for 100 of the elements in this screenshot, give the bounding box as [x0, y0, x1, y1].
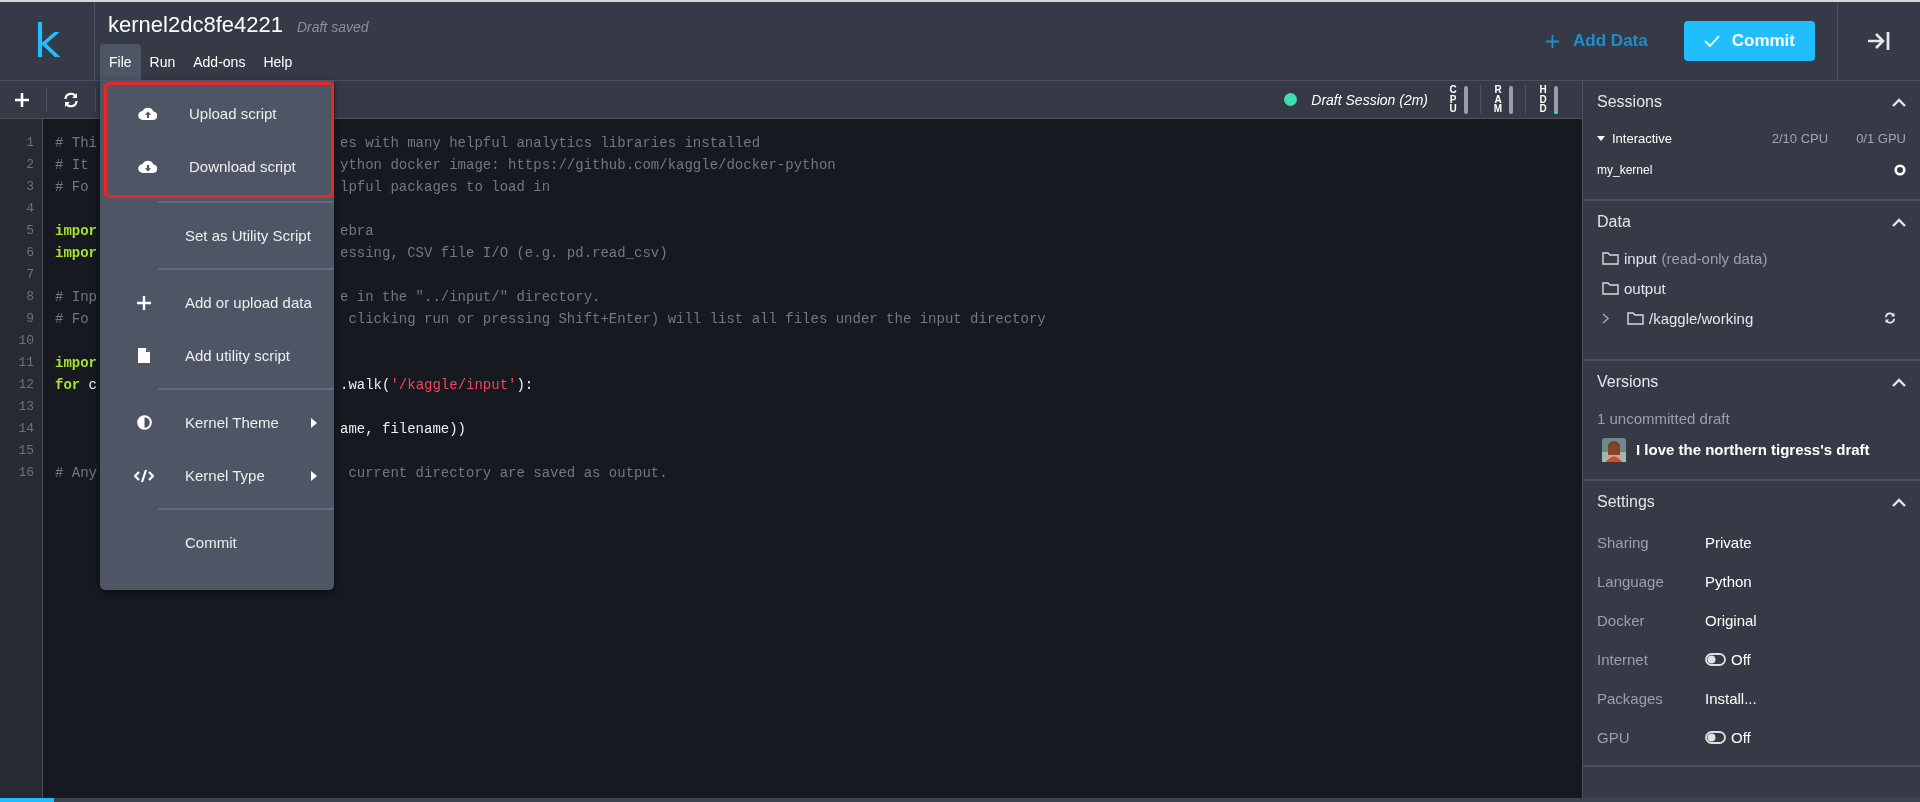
line-number: 2 — [25, 156, 35, 174]
menu-tab[interactable]: Help — [254, 44, 302, 80]
menu-item[interactable]: Commit — [103, 516, 331, 569]
refresh-icon[interactable] — [1884, 312, 1896, 324]
code-text: e in the "../input/" directory. — [340, 289, 601, 305]
line-number: 8 — [25, 288, 35, 306]
code-text: # Inp — [55, 289, 97, 305]
setting-label: Sharing — [1597, 534, 1650, 551]
code-text: # It — [55, 157, 89, 173]
menu-item[interactable]: Set as Utility Script — [103, 209, 331, 262]
contrast-icon — [136, 415, 152, 430]
line-number: 4 — [25, 200, 35, 218]
folder-icon — [1627, 311, 1644, 325]
line-number: 14 — [17, 420, 35, 438]
collapse-panel-icon[interactable] — [1867, 31, 1891, 51]
chevron-up-icon[interactable] — [1892, 217, 1906, 227]
line-number: 3 — [25, 178, 35, 196]
code-text: clicking run or pressing Shift+Enter) will list all files under the input directory — [347, 311, 1046, 327]
session-name[interactable]: Interactive — [1612, 131, 1672, 146]
draft-count: 1 uncommitted draft — [1597, 410, 1730, 427]
chevron-up-icon[interactable] — [1892, 497, 1906, 507]
code-text: impor — [55, 223, 97, 239]
menu-tab[interactable]: File — [100, 44, 141, 80]
setting-label: Docker — [1597, 612, 1646, 629]
folder-name[interactable]: input — [1624, 249, 1657, 267]
line-number: 1 — [25, 134, 35, 152]
setting-value: Off — [1731, 651, 1751, 668]
code-text: ython docker image: https://github.com/kaggle/docker-python — [340, 157, 836, 173]
setting-value[interactable]: Original — [1705, 612, 1757, 629]
line-number: 16 — [17, 464, 35, 482]
setting-label: Language — [1597, 573, 1665, 590]
section-title: Sessions — [1597, 93, 1662, 111]
setting-label: Packages — [1597, 690, 1664, 707]
setting-value[interactable]: Python — [1705, 573, 1752, 590]
line-number: 12 — [17, 376, 35, 394]
code-text: # Any — [55, 465, 97, 481]
kernel-title[interactable]: kernel2dc8fe4221 — [108, 12, 283, 38]
plus-icon[interactable] — [15, 92, 29, 107]
chevron-up-icon[interactable] — [1892, 377, 1906, 387]
chevron-up-icon[interactable] — [1892, 97, 1906, 107]
draft-name[interactable]: I love the northern tigress's draft — [1636, 441, 1870, 458]
line-number: 15 — [17, 442, 35, 460]
chevron-right-icon[interactable] — [1602, 312, 1609, 324]
line-number: 9 — [25, 310, 35, 328]
cloud-upload-icon — [138, 106, 158, 121]
cloud-download-icon — [138, 159, 158, 174]
plus-icon — [137, 295, 151, 310]
check-icon — [1703, 35, 1720, 47]
folder-note: (read-only data) — [1661, 249, 1768, 267]
menu-tab[interactable]: Run — [140, 44, 185, 80]
code-text: ame, filename)) — [340, 421, 467, 437]
kernel-name: my_kernel — [1597, 162, 1653, 177]
cpu-usage: 2/10 CPU — [1771, 131, 1829, 146]
setting-value[interactable]: Private — [1705, 534, 1752, 551]
gpu-usage: 0/1 GPU — [1856, 131, 1906, 146]
code-text: ebra — [340, 223, 374, 239]
session-status: Draft Session (2m) — [1311, 91, 1428, 108]
section-title: Versions — [1597, 373, 1659, 391]
line-number: 6 — [25, 244, 35, 262]
menu-item[interactable]: Kernel Theme — [103, 396, 331, 449]
line-number: 7 — [25, 266, 35, 284]
kaggle-logo[interactable]: k — [0, 2, 95, 80]
meter-label: HDD — [1538, 85, 1548, 114]
setting-value[interactable]: Install... — [1705, 690, 1757, 707]
code-text: for c — [55, 377, 98, 393]
section-title: Settings — [1597, 493, 1655, 511]
caret-down-icon[interactable] — [1597, 136, 1605, 141]
menu-item[interactable]: Download script — [107, 140, 331, 193]
meter-label: CPU — [1448, 85, 1458, 114]
setting-label: Internet — [1597, 651, 1649, 668]
file-icon — [138, 348, 150, 363]
menu-item[interactable]: Add utility script — [103, 329, 331, 382]
toggle-switch[interactable] — [1705, 731, 1726, 744]
code-text: # Fo — [55, 311, 89, 327]
meter-label: RAM — [1493, 85, 1503, 114]
line-number: 13 — [17, 398, 35, 416]
code-text: impor — [55, 245, 97, 261]
line-number: 5 — [25, 222, 35, 240]
code-icon — [134, 468, 154, 483]
code-text: # Thi — [55, 135, 97, 151]
code-text: .walk('/kaggle/input'): — [340, 377, 534, 393]
menu-item[interactable]: Kernel Type — [103, 449, 331, 502]
folder-name[interactable]: /kaggle/working — [1649, 309, 1754, 327]
menu-tab[interactable]: Add-ons — [184, 44, 255, 80]
folder-name[interactable]: output — [1624, 279, 1666, 297]
menu-item[interactable]: Upload script — [107, 87, 331, 140]
code-text: es with many helpful analytics libraries installed — [340, 135, 761, 151]
code-text: essing, CSV file I/O (e.g. pd.read_csv) — [340, 245, 668, 261]
toggle-switch[interactable] — [1705, 653, 1726, 666]
setting-label: GPU — [1597, 729, 1631, 746]
line-number: 11 — [17, 354, 35, 372]
code-text: current directory are saved as output. — [347, 465, 668, 481]
code-text: impor — [55, 355, 97, 371]
menu-item[interactable]: Add or upload data — [103, 276, 331, 329]
setting-value: Off — [1731, 729, 1751, 746]
plus-icon — [1546, 34, 1560, 48]
stop-icon[interactable] — [1894, 163, 1906, 176]
code-text: # Fo — [55, 179, 89, 195]
section-title: Data — [1597, 213, 1631, 231]
save-status: Draft saved — [296, 19, 369, 35]
